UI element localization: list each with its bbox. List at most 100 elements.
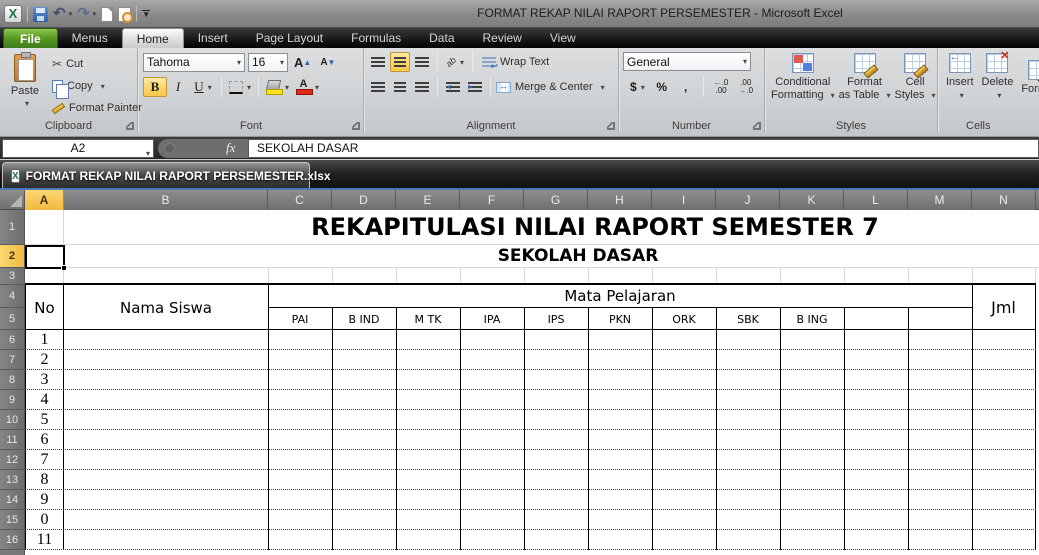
tab-page-layout[interactable]: Page Layout	[242, 28, 337, 48]
column-header-D[interactable]: D	[332, 190, 396, 210]
borders-button[interactable]: ▾	[226, 77, 254, 97]
row-header-4[interactable]: 4	[0, 285, 25, 308]
shrink-font-button[interactable]: A ▼	[317, 52, 338, 72]
column-header-J[interactable]: J	[716, 190, 780, 210]
no-value-cell[interactable]: 11	[25, 530, 64, 550]
tab-file[interactable]: File	[3, 28, 58, 48]
wrap-text-button[interactable]: Wrap Text	[482, 52, 549, 72]
top-align-button[interactable]	[368, 52, 388, 72]
accounting-format-button[interactable]: $ ▾	[627, 77, 648, 97]
cell-styles-button[interactable]: Cell Styles ▾	[895, 48, 936, 102]
row-header-5[interactable]: 5	[0, 308, 25, 330]
column-header-E[interactable]: E	[396, 190, 460, 210]
subject-header-cell[interactable]: PAI	[268, 308, 332, 330]
format-painter-button[interactable]: Format Painter	[51, 98, 142, 118]
header-cell-no[interactable]: No	[25, 285, 64, 330]
column-header-N[interactable]: N	[972, 190, 1036, 210]
row-header-10[interactable]: 10	[0, 410, 25, 430]
font-color-button[interactable]: A ▾	[293, 77, 322, 97]
paste-dropdown-icon[interactable]: ▾	[25, 99, 29, 108]
align-center-button[interactable]	[390, 77, 410, 97]
row-header-12[interactable]: 12	[0, 450, 25, 470]
no-value-cell[interactable]: 0	[25, 510, 64, 530]
no-value-cell[interactable]: 2	[25, 350, 64, 370]
row-header-16[interactable]: 16	[0, 530, 25, 550]
align-left-button[interactable]	[368, 77, 388, 97]
row-header-14[interactable]: 14	[0, 490, 25, 510]
no-value-cell[interactable]: 9	[25, 490, 64, 510]
column-header-M[interactable]: M	[908, 190, 972, 210]
no-value-cell[interactable]: 6	[25, 430, 64, 450]
bottom-align-button[interactable]	[412, 52, 432, 72]
middle-align-button[interactable]	[390, 52, 410, 72]
grow-font-button[interactable]: A ▲	[291, 52, 314, 72]
row-header-3[interactable]: 3	[0, 268, 25, 285]
header-cell-mata-pelajaran[interactable]: Mata Pelajaran	[268, 285, 972, 307]
tab-formulas[interactable]: Formulas	[337, 28, 415, 48]
paste-button[interactable]: Paste ▾	[5, 52, 45, 116]
column-header-K[interactable]: K	[780, 190, 844, 210]
decrease-decimal-button[interactable]: .00 →.0	[735, 77, 756, 97]
no-value-cell[interactable]: 7	[25, 450, 64, 470]
align-right-button[interactable]	[412, 77, 432, 97]
subject-header-cell[interactable]	[908, 308, 972, 330]
comma-style-button[interactable]: ,	[676, 77, 696, 97]
undo-icon[interactable]: ↶	[53, 6, 66, 21]
font-family-select[interactable]: Tahoma ▾	[143, 52, 245, 72]
column-header-H[interactable]: H	[588, 190, 652, 210]
number-dialog-launcher-icon[interactable]	[753, 122, 761, 130]
row-header-6[interactable]: 6	[0, 330, 25, 350]
format-cells-button[interactable]: Format	[1021, 55, 1039, 96]
subject-header-cell[interactable]: IPA	[460, 308, 524, 330]
conditional-formatting-button[interactable]: Conditional Formatting ▾	[771, 48, 835, 102]
tab-home[interactable]: Home	[121, 28, 184, 48]
italic-button[interactable]: I	[168, 77, 188, 97]
subject-header-cell[interactable]: M TK	[396, 308, 460, 330]
subject-header-cell[interactable]: SBK	[716, 308, 780, 330]
tab-data[interactable]: Data	[415, 28, 468, 48]
column-header-A[interactable]: A	[25, 190, 64, 210]
delete-cells-button[interactable]: Delete ▾	[982, 48, 1014, 102]
percent-style-button[interactable]: %	[652, 77, 672, 97]
format-as-table-button[interactable]: Format as Table ▾	[839, 48, 891, 102]
insert-function-icon[interactable]: fx	[226, 140, 235, 156]
no-value-cell[interactable]: 8	[25, 470, 64, 490]
no-value-cell[interactable]: 4	[25, 390, 64, 410]
save-icon[interactable]	[33, 6, 48, 22]
clipboard-dialog-launcher-icon[interactable]	[126, 122, 134, 130]
tab-view[interactable]: View	[536, 28, 590, 48]
bold-button[interactable]: B	[143, 77, 167, 97]
print-preview-icon[interactable]	[118, 6, 134, 23]
header-cell-nama-siswa[interactable]: Nama Siswa	[64, 285, 268, 330]
subject-header-cell[interactable]: B IND	[332, 308, 396, 330]
customize-qat-icon[interactable]: ▼	[142, 10, 151, 19]
tab-insert[interactable]: Insert	[184, 28, 242, 48]
header-cell-jml[interactable]: Jml	[972, 285, 1035, 330]
formula-options-icon[interactable]	[164, 143, 175, 154]
excel-logo-icon[interactable]: X	[4, 5, 22, 23]
cell-title[interactable]: REKAPITULASI NILAI RAPORT SEMESTER 7	[25, 210, 1039, 245]
row-header-1[interactable]: 1	[0, 210, 25, 245]
subject-header-cell[interactable]: PKN	[588, 308, 652, 330]
column-header-I[interactable]: I	[652, 190, 716, 210]
column-header-C[interactable]: C	[268, 190, 332, 210]
row-header-11[interactable]: 11	[0, 430, 25, 450]
row-header-13[interactable]: 13	[0, 470, 25, 490]
document-tab-active[interactable]: X FORMAT REKAP NILAI RAPORT PERSEMESTER.…	[2, 162, 331, 188]
increase-decimal-button[interactable]: ←.0.00	[711, 77, 732, 97]
column-header-G[interactable]: G	[524, 190, 588, 210]
redo-icon[interactable]: ↷	[77, 6, 90, 21]
decrease-indent-button[interactable]	[443, 77, 463, 97]
insert-cells-button[interactable]: Insert ▾	[946, 48, 974, 102]
orientation-button[interactable]: ab ▾	[443, 52, 467, 72]
cut-button[interactable]: ✂ Cut	[52, 54, 142, 74]
merge-center-button[interactable]: Merge & Center ▾	[496, 77, 605, 97]
alignment-dialog-launcher-icon[interactable]	[607, 122, 615, 130]
subject-header-cell[interactable]: ORK	[652, 308, 716, 330]
font-dialog-launcher-icon[interactable]	[352, 122, 360, 130]
redo-dropdown-icon[interactable]: ▾	[93, 10, 97, 18]
no-value-cell[interactable]: 3	[25, 370, 64, 390]
increase-indent-button[interactable]	[465, 77, 485, 97]
tab-menus[interactable]: Menus	[58, 28, 122, 48]
select-all-corner[interactable]	[0, 190, 25, 210]
